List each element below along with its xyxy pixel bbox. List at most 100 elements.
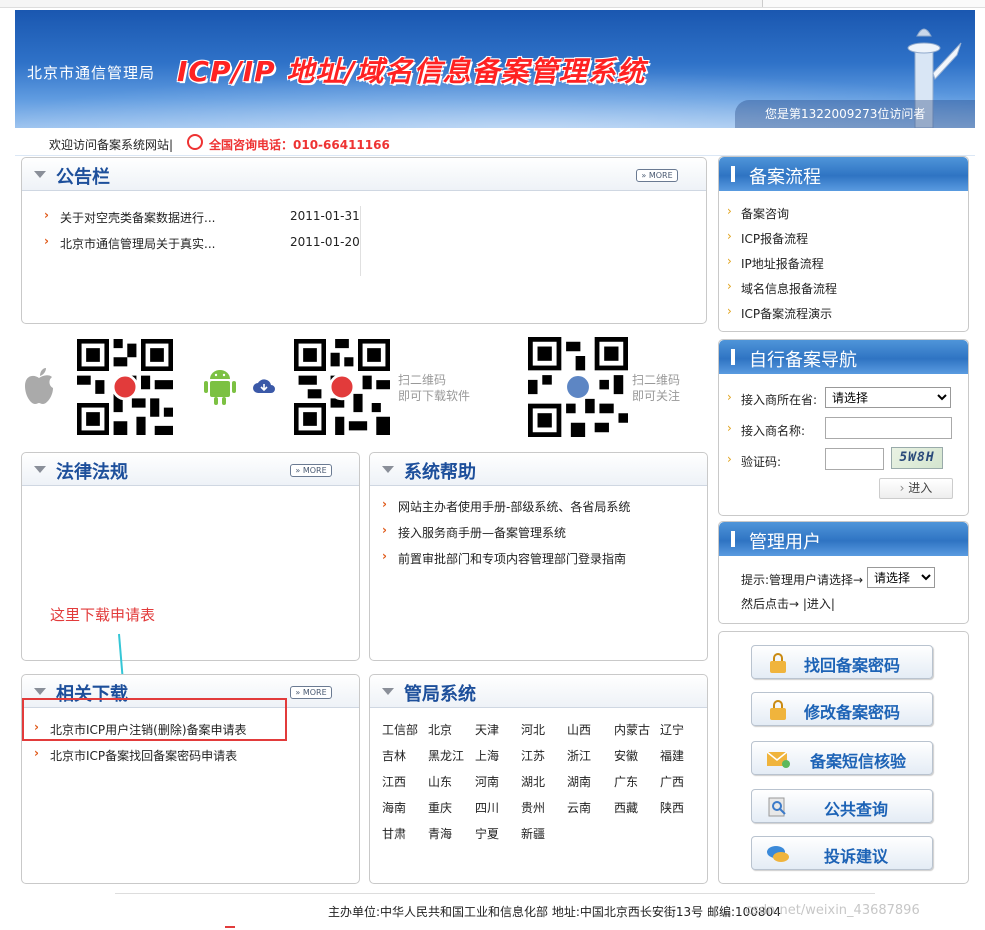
footer-text: 主办单位:中华人民共和国工业和信息化部 地址:中国北京西长安街13号 邮编:10… (328, 905, 781, 919)
bureau-link[interactable]: 上海 (475, 747, 499, 764)
system-title: ICP/IP 地址/域名信息备案管理系统 (177, 55, 646, 88)
captcha-text: 5W8H (899, 450, 935, 465)
welcome-text: 欢迎访问备案系统网站| (49, 138, 174, 152)
bureau-link[interactable]: 安徽 (614, 747, 638, 764)
downloads-more-button[interactable]: » MORE (290, 686, 332, 699)
bulletin-panel: 公告栏 » MORE 关于对空壳类备案数据进行... 2011-01-31 北京… (21, 157, 707, 324)
bureau-link[interactable]: 山西 (567, 721, 591, 738)
enter-button[interactable]: › 进入 (879, 478, 953, 499)
captcha-input[interactable] (825, 448, 884, 470)
bureau-link[interactable]: 福建 (660, 747, 684, 764)
welcome-bar: 欢迎访问备案系统网站| 全国咨询电话：010-66411166 (15, 130, 975, 156)
bureau-link[interactable]: 青海 (428, 825, 452, 842)
bulletin-divider (360, 206, 361, 276)
bureau-link[interactable]: 湖北 (521, 773, 545, 790)
query-icon (768, 797, 786, 817)
bureau-link[interactable]: 四川 (475, 799, 499, 816)
change-password-button[interactable]: 修改备案密码 (751, 692, 933, 726)
bureau-link[interactable]: 北京 (428, 721, 452, 738)
download-qr-line1: 扫二维码 (398, 373, 447, 387)
bureau-link[interactable]: 云南 (567, 799, 591, 816)
bureau-title: 管局系统 (404, 684, 476, 705)
lock-icon (770, 653, 786, 673)
captcha-image[interactable]: 5W8H (891, 447, 943, 469)
law-header: 法律法规 » MORE (22, 453, 359, 486)
apple-icon (25, 368, 53, 404)
header-bar-icon (731, 531, 735, 547)
bureau-link[interactable]: 湖南 (567, 773, 591, 790)
public-query-label: 公共查询 (824, 800, 889, 819)
bulletin-item-link[interactable]: 北京市通信管理局关于真实... (44, 234, 215, 252)
follow-qr-line2: 即可关注 (632, 389, 681, 403)
download-item-link[interactable]: 北京市ICP备案找回备案密码申请表 (34, 746, 237, 764)
bureau-link[interactable]: 辽宁 (660, 721, 684, 738)
complaint-button[interactable]: 投诉建议 (751, 836, 933, 870)
triangle-icon (34, 466, 46, 473)
cloud-download-icon (253, 379, 275, 393)
bureau-link[interactable]: 吉林 (382, 747, 406, 764)
bureau-link[interactable]: 天津 (475, 721, 499, 738)
download-qr-text: 扫二维码 即可下载软件 (398, 372, 470, 404)
selfnav-header: 自行备案导航 (719, 340, 968, 374)
provider-name-label: 接入商名称: (727, 421, 805, 439)
province-select[interactable]: 请选择 (825, 387, 951, 408)
selfnav-panel: 自行备案导航 接入商所在省: 请选择 接入商名称: 验证码: 5W8H › 进入 (718, 339, 969, 516)
follow-qr-text: 扫二维码 即可关注 (632, 372, 680, 404)
bureau-link[interactable]: 广东 (614, 773, 638, 790)
provider-name-input[interactable] (825, 417, 952, 439)
bureau-link[interactable]: 内蒙古 (614, 721, 650, 738)
bureau-link[interactable]: 西藏 (614, 799, 638, 816)
bureau-link[interactable]: 重庆 (428, 799, 452, 816)
process-item-link[interactable]: ICP备案流程演示 (727, 304, 832, 322)
public-query-button[interactable]: 公共查询 (751, 789, 933, 823)
watermark-text: csdn.net/weixin_43687896 (745, 903, 920, 918)
process-item-link[interactable]: ICP报备流程 (727, 229, 808, 247)
bureau-link[interactable]: 江西 (382, 773, 406, 790)
bureau-link[interactable]: 陕西 (660, 799, 684, 816)
bureau-link[interactable]: 黑龙江 (428, 747, 464, 764)
bureau-link[interactable]: 新疆 (521, 825, 545, 842)
follow-qr-code-icon[interactable] (528, 337, 628, 437)
bureau-link[interactable]: 河南 (475, 773, 499, 790)
bureau-link[interactable]: 江苏 (521, 747, 545, 764)
bureau-link[interactable]: 甘肃 (382, 825, 406, 842)
ios-qr-code-icon[interactable] (77, 339, 173, 435)
bulletin-title: 公告栏 (56, 167, 110, 188)
bureau-link[interactable]: 河北 (521, 721, 545, 738)
header-bar-icon (731, 166, 735, 182)
process-header: 备案流程 (719, 157, 968, 191)
law-panel: 法律法规 » MORE (21, 452, 360, 661)
process-item-link[interactable]: 备案咨询 (727, 204, 789, 222)
help-item-link[interactable]: 网站主办者使用手册-部级系统、各省局系统 (382, 497, 630, 515)
bureau-link[interactable]: 贵州 (521, 799, 545, 816)
process-item-link[interactable]: 域名信息报备流程 (727, 279, 837, 297)
help-title: 系统帮助 (404, 462, 476, 483)
follow-qr-line1: 扫二维码 (632, 373, 681, 387)
bureau-link[interactable]: 广西 (660, 773, 684, 790)
bulletin-item-date: 2011-01-20 (290, 235, 360, 249)
red-mark (225, 926, 235, 928)
triangle-icon (34, 688, 46, 695)
process-item-link[interactable]: IP地址报备流程 (727, 254, 824, 272)
bureau-link[interactable]: 浙江 (567, 747, 591, 764)
help-panel: 系统帮助 网站主办者使用手册-部级系统、各省局系统 接入服务商手册—备案管理系统… (369, 452, 708, 661)
chat-icon (767, 846, 789, 862)
bureau-link[interactable]: 海南 (382, 799, 406, 816)
help-item-link[interactable]: 接入服务商手册—备案管理系统 (382, 523, 566, 541)
recover-password-button[interactable]: 找回备案密码 (751, 645, 933, 679)
admin-panel: 管理用户 提示:管理用户请选择→ 请选择 然后点击→ |进入| (718, 521, 969, 624)
android-qr-code-icon[interactable] (294, 339, 390, 435)
process-title: 备案流程 (749, 167, 821, 188)
enter-arrow-icon: › (899, 481, 909, 495)
admin-select[interactable]: 请选择 (867, 567, 935, 588)
help-item-link[interactable]: 前置审批部门和专项内容管理部门登录指南 (382, 549, 626, 567)
bureau-link[interactable]: 工信部 (382, 721, 418, 738)
province-label: 接入商所在省: (727, 390, 817, 408)
annotation-note: 这里下载申请表 (50, 606, 156, 624)
bureau-link[interactable]: 山东 (428, 773, 452, 790)
bulletin-more-button[interactable]: » MORE (636, 169, 678, 182)
bureau-link[interactable]: 宁夏 (475, 825, 499, 842)
sms-verify-button[interactable]: 备案短信核验 (751, 741, 933, 775)
bulletin-item-link[interactable]: 关于对空壳类备案数据进行... (44, 208, 215, 226)
law-more-button[interactable]: » MORE (290, 464, 332, 477)
